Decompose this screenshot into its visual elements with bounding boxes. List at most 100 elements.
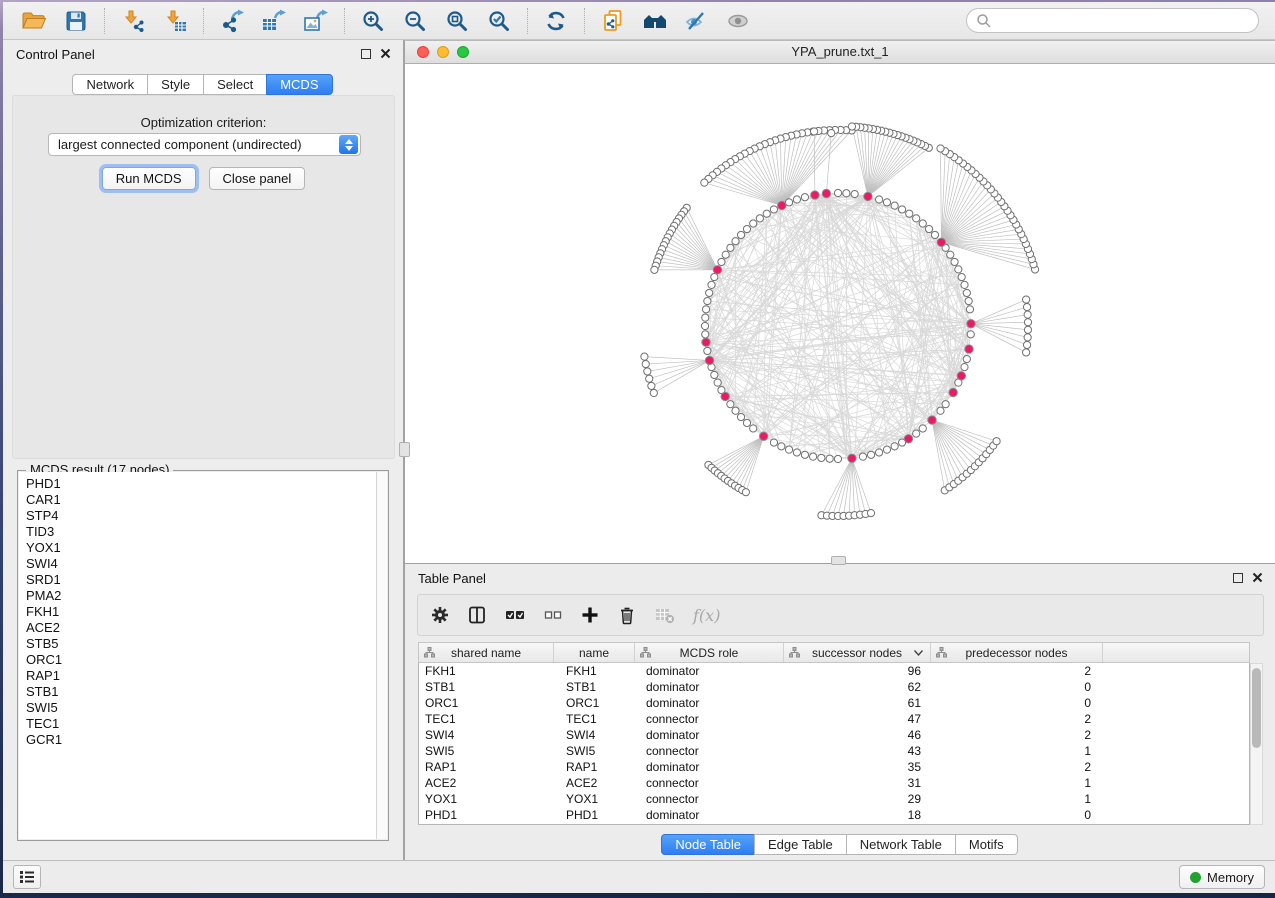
add-column-button[interactable]	[580, 605, 600, 625]
export-image-button[interactable]	[300, 6, 332, 36]
mcds-result-item[interactable]: GCR1	[19, 732, 376, 748]
zoom-in-button[interactable]	[357, 6, 389, 36]
hide-selected-button[interactable]	[681, 6, 713, 36]
export-table-button[interactable]	[258, 6, 290, 36]
node-table-header: shared namenameMCDS rolesuccessor nodesp…	[418, 642, 1250, 663]
mcds-result-item[interactable]: SRD1	[19, 572, 376, 588]
table-scrollbar[interactable]	[1250, 663, 1263, 825]
column-header-name[interactable]: name	[554, 643, 635, 662]
zoom-out-button[interactable]	[399, 6, 431, 36]
mcds-result-item[interactable]: TEC1	[19, 716, 376, 732]
save-session-button[interactable]	[60, 6, 92, 36]
vertical-splitter-handle[interactable]	[399, 442, 410, 457]
memory-button[interactable]: Memory	[1179, 865, 1265, 889]
apply-layout-button[interactable]	[540, 6, 572, 36]
scrollbar-thumb[interactable]	[1252, 668, 1261, 748]
mcds-result-item[interactable]: STB1	[19, 684, 376, 700]
select-all-button[interactable]	[504, 605, 526, 625]
table-row[interactable]: SWI5SWI5connector431	[419, 743, 1249, 759]
control-panel-title: Control Panel	[16, 47, 95, 62]
float-panel-icon[interactable]	[361, 49, 371, 59]
mcds-result-item[interactable]: STP4	[19, 508, 376, 524]
search-input[interactable]	[998, 13, 1249, 28]
split-panel-button[interactable]	[467, 605, 487, 625]
mcds-list-scrollbar[interactable]	[376, 472, 387, 839]
zoom-selected-icon	[487, 9, 511, 33]
table-row[interactable]: YOX1YOX1connector291	[419, 791, 1249, 807]
delete-column-button[interactable]	[617, 605, 637, 625]
mcds-result-box: MCDS result (17 nodes) PHD1CAR1STP4TID3Y…	[17, 470, 389, 841]
table-row[interactable]: TEC1TEC1connector472	[419, 711, 1249, 727]
zoom-selected-button[interactable]	[483, 6, 515, 36]
table-cell: STB1	[419, 679, 554, 695]
search-field[interactable]	[966, 8, 1259, 33]
mcds-result-item[interactable]: TID3	[19, 524, 376, 540]
table-cell: 2	[931, 711, 1103, 727]
memory-button-label: Memory	[1207, 870, 1254, 885]
table-row[interactable]: FKH1FKH1dominator962	[419, 663, 1249, 679]
network-window-titlebar[interactable]: YPA_prune.txt_1	[405, 41, 1275, 64]
delete-table-button[interactable]	[654, 605, 676, 625]
mcds-result-item[interactable]: STB5	[19, 636, 376, 652]
table-cell: 0	[931, 679, 1103, 695]
selected-criterion-value: largest connected component (undirected)	[49, 137, 339, 152]
network-graph-svg	[405, 64, 1275, 564]
column-header-predecessor-nodes[interactable]: predecessor nodes	[931, 643, 1103, 662]
import-table-button[interactable]	[159, 6, 191, 36]
table-row[interactable]: ACE2ACE2connector311	[419, 775, 1249, 791]
mcds-result-item[interactable]: FKH1	[19, 604, 376, 620]
table-panel: Table Panel f(x) shared namenameMCDS rol…	[404, 563, 1275, 860]
column-header-shared-name[interactable]: shared name	[419, 643, 554, 662]
new-network-from-selection-icon	[601, 9, 625, 33]
horizontal-splitter-handle[interactable]	[831, 556, 846, 565]
table-cell: PHD1	[554, 807, 635, 823]
show-all-button[interactable]	[723, 6, 755, 36]
mcds-result-item[interactable]: PHD1	[19, 476, 376, 492]
mcds-result-item[interactable]: CAR1	[19, 492, 376, 508]
optimization-criterion-select[interactable]: largest connected component (undirected)	[48, 133, 361, 156]
tab-network[interactable]: Network	[72, 74, 148, 95]
table-row[interactable]: PHD1PHD1dominator180	[419, 807, 1249, 823]
node-table-body: FKH1FKH1dominator962STB1STB1dominator620…	[418, 663, 1250, 825]
network-canvas[interactable]	[405, 64, 1275, 564]
float-panel-icon[interactable]	[1233, 573, 1243, 583]
table-cell: connector	[635, 711, 784, 727]
column-type-icon	[789, 647, 800, 658]
mcds-result-item[interactable]: PMA2	[19, 588, 376, 604]
column-header-successor-nodes[interactable]: successor nodes	[784, 643, 931, 662]
tab-network-table[interactable]: Network Table	[846, 834, 956, 855]
import-network-button[interactable]	[117, 6, 149, 36]
mcds-result-item[interactable]: YOX1	[19, 540, 376, 556]
table-row[interactable]: STB1STB1dominator620	[419, 679, 1249, 695]
mcds-result-item[interactable]: RAP1	[19, 668, 376, 684]
mcds-result-item[interactable]: ORC1	[19, 652, 376, 668]
mcds-result-item[interactable]: SWI4	[19, 556, 376, 572]
tab-edge-table[interactable]: Edge Table	[754, 834, 847, 855]
zoom-fit-button[interactable]	[441, 6, 473, 36]
mcds-result-list[interactable]: PHD1CAR1STP4TID3YOX1SWI4SRD1PMA2FKH1ACE2…	[19, 472, 376, 839]
close-panel-button[interactable]: Close panel	[209, 167, 306, 190]
tab-mcds[interactable]: MCDS	[266, 74, 332, 95]
column-header-MCDS-role[interactable]: MCDS role	[635, 643, 784, 662]
mcds-result-item[interactable]: ACE2	[19, 620, 376, 636]
table-settings-button[interactable]	[430, 605, 450, 625]
run-mcds-button[interactable]: Run MCDS	[102, 167, 196, 190]
export-network-button[interactable]	[216, 6, 248, 36]
tab-select[interactable]: Select	[203, 74, 267, 95]
new-network-from-selection-button[interactable]	[597, 6, 629, 36]
function-builder-button[interactable]: f(x)	[693, 606, 720, 625]
tab-node-table[interactable]: Node Table	[661, 834, 755, 855]
first-neighbors-button[interactable]	[639, 6, 671, 36]
mcds-result-item[interactable]: SWI5	[19, 700, 376, 716]
table-cell: FKH1	[554, 663, 635, 679]
open-file-button[interactable]	[18, 6, 50, 36]
table-row[interactable]: ORC1ORC1dominator610	[419, 695, 1249, 711]
table-row[interactable]: SWI4SWI4dominator462	[419, 727, 1249, 743]
close-panel-icon[interactable]	[380, 48, 391, 59]
show-panels-menu-button[interactable]	[13, 865, 41, 889]
tab-style[interactable]: Style	[147, 74, 204, 95]
tab-motifs[interactable]: Motifs	[955, 834, 1018, 855]
table-row[interactable]: RAP1RAP1dominator352	[419, 759, 1249, 775]
close-panel-icon[interactable]	[1252, 572, 1263, 583]
deselect-all-button[interactable]	[543, 605, 563, 625]
